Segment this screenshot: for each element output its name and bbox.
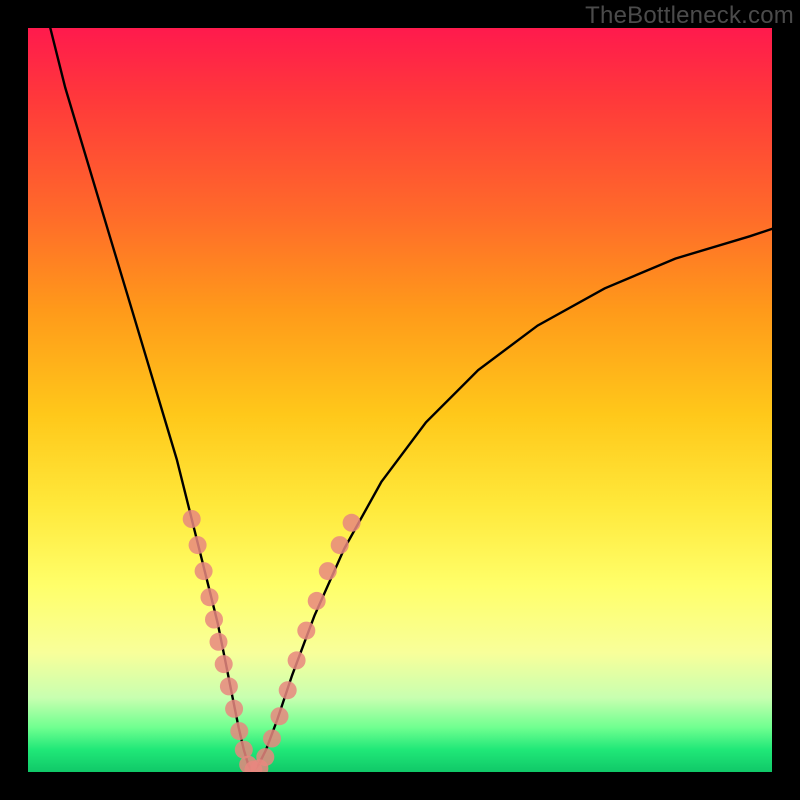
marker-dot bbox=[215, 655, 233, 673]
chart-svg bbox=[28, 28, 772, 772]
chart-frame: TheBottleneck.com bbox=[0, 0, 800, 800]
marker-dot bbox=[256, 748, 274, 766]
marker-dot bbox=[210, 633, 228, 651]
marker-dot bbox=[331, 536, 349, 554]
marker-dot bbox=[189, 536, 207, 554]
bottleneck-curve bbox=[50, 28, 772, 772]
marker-dot bbox=[308, 592, 326, 610]
marker-dot bbox=[225, 700, 243, 718]
plot-area bbox=[28, 28, 772, 772]
marker-dot bbox=[195, 562, 213, 580]
marker-dot bbox=[297, 622, 315, 640]
marker-dot bbox=[220, 677, 238, 695]
marker-dot bbox=[319, 562, 337, 580]
marker-dot bbox=[263, 730, 281, 748]
marker-dot bbox=[343, 514, 361, 532]
scatter-markers bbox=[183, 510, 361, 772]
marker-dot bbox=[279, 681, 297, 699]
watermark-text: TheBottleneck.com bbox=[585, 2, 794, 30]
marker-dot bbox=[201, 588, 219, 606]
marker-dot bbox=[205, 611, 223, 629]
marker-dot bbox=[183, 510, 201, 528]
marker-dot bbox=[288, 651, 306, 669]
marker-dot bbox=[230, 722, 248, 740]
marker-dot bbox=[271, 707, 289, 725]
